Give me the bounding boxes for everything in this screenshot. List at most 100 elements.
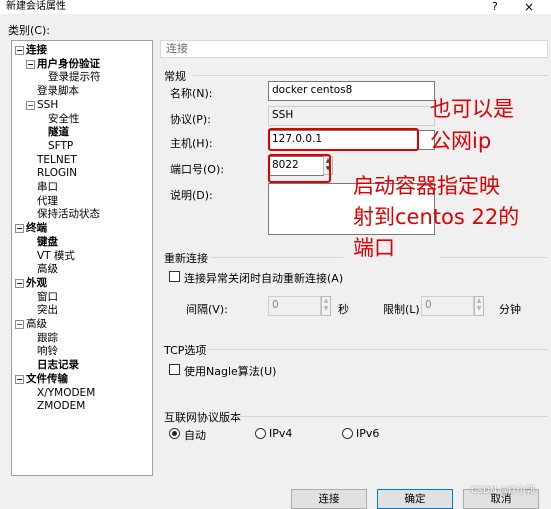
limit-unit: 分钟	[499, 303, 521, 316]
tree-item-label: 高级	[37, 263, 58, 276]
tree-item-advanced[interactable]: − 高级	[15, 318, 47, 331]
title-bar: 新建会话属性 ? ×	[0, 0, 551, 14]
tree-item-logging[interactable]: 日志记录	[37, 359, 79, 372]
tree-item-xymodem[interactable]: X/YMODEM	[37, 387, 95, 400]
tree-item-tunnel[interactable]: 隧道	[48, 126, 69, 139]
tree-item-connection[interactable]: − 连接	[15, 44, 47, 57]
tree-item-vt-mode[interactable]: VT 模式	[37, 250, 75, 263]
panel-header: 连接	[160, 40, 548, 58]
tree-item-label: 隧道	[48, 126, 69, 139]
host-label: 主机(H):	[170, 137, 213, 150]
tree-item-label: 用户身份验证	[37, 57, 100, 70]
tree-item-label: 终端	[26, 222, 47, 235]
tree-item-label: 连接	[26, 44, 47, 56]
protocol-label: 协议(P):	[170, 113, 211, 126]
tree-item-ssh[interactable]: − SSH	[26, 99, 58, 112]
tree-item-login-script[interactable]: 登录脚本	[37, 85, 79, 98]
tree-item-label: 串口	[37, 181, 58, 193]
tree-item-label: 登录提示符	[48, 71, 101, 84]
tree-item-appearance[interactable]: − 外观	[15, 277, 47, 290]
tree-item-label: SFTP	[48, 139, 74, 152]
category-tree[interactable]: − 连接 − 用户身份验证 登录提示符 登录脚本 − SSH 安全性 隧道 SFTP TELNET RL…	[11, 40, 153, 476]
tree-item-label: 突出	[37, 304, 58, 317]
interval-stepper[interactable]: ▲ ▼	[321, 296, 331, 316]
tree-item-label: 保持活动状态	[37, 208, 100, 221]
ip-ipv6-radio[interactable]	[342, 428, 353, 439]
tree-item-zmodem[interactable]: ZMODEM	[37, 400, 85, 413]
tree-item-trace[interactable]: 跟踪	[37, 332, 58, 345]
name-field[interactable]: docker centos8	[268, 81, 435, 101]
tree-item-label: 外观	[26, 276, 47, 289]
tree-item-label: 窗口	[37, 290, 58, 303]
ip-auto-radio[interactable]	[169, 428, 180, 439]
auto-reconnect-checkbox[interactable]	[169, 271, 180, 282]
host-annotation-line2: 公网ip	[430, 129, 492, 153]
tree-item-label: 文件传输	[26, 372, 68, 385]
tree-item-terminal[interactable]: − 终端	[15, 222, 47, 235]
tree-item-label: 登录脚本	[37, 85, 79, 98]
tree-item-label: 响铃	[37, 345, 58, 358]
ip-ipv6-label: IPv6	[356, 427, 380, 440]
tree-item-serial[interactable]: 串口	[37, 181, 58, 194]
tree-expander-icon[interactable]: −	[26, 59, 35, 69]
nagle-label: 使用Nagle算法(U)	[184, 365, 277, 378]
limit-field[interactable]: 0	[421, 296, 474, 316]
interval-unit: 秒	[338, 303, 349, 316]
limit-stepper[interactable]: ▲ ▼	[474, 296, 484, 316]
tree-expander-icon[interactable]: −	[15, 46, 24, 55]
tree-item-telnet[interactable]: TELNET	[37, 154, 77, 167]
host-annotation-line1: 也可以是	[430, 97, 514, 121]
name-label: 名称(N):	[170, 87, 213, 100]
connect-button[interactable]: 连接	[291, 489, 367, 509]
tree-item-label: 日志记录	[37, 359, 79, 372]
tcp-group-divider	[207, 349, 548, 350]
help-icon[interactable]: ?	[492, 0, 498, 14]
window-title: 新建会话属性	[6, 1, 66, 12]
tree-item-label: TELNET	[37, 153, 77, 166]
ok-button[interactable]: 确定	[377, 489, 453, 509]
close-icon[interactable]: ×	[524, 0, 534, 14]
interval-field[interactable]: 0	[268, 296, 321, 316]
tree-item-proxy[interactable]: 代理	[37, 195, 58, 208]
port-annotation-line2: 射到centos 22的	[353, 205, 520, 229]
ip-ipv4-label: IPv4	[269, 427, 293, 440]
tree-item-keepalive[interactable]: 保持活动状态	[37, 208, 100, 221]
port-annotation-line1: 启动容器指定映	[353, 174, 500, 198]
description-label: 说明(D):	[170, 189, 213, 202]
ip-version-group-divider	[235, 416, 548, 417]
interval-label: 间隔(V):	[186, 303, 228, 316]
tree-item-window[interactable]: 窗口	[37, 291, 58, 304]
tree-item-bell[interactable]: 响铃	[37, 345, 58, 358]
tree-item-auth[interactable]: − 用户身份验证	[26, 58, 100, 71]
tree-item-rlogin[interactable]: RLOGIN	[37, 167, 77, 180]
port-label: 端口号(O):	[170, 163, 224, 176]
port-highlight-box	[268, 154, 331, 183]
watermark: CSDN @IT小郭.	[471, 486, 538, 496]
tree-item-label: VT 模式	[37, 249, 75, 262]
nagle-checkbox[interactable]	[169, 364, 180, 375]
tree-item-sftp[interactable]: SFTP	[48, 140, 73, 153]
reconnect-group-divider	[211, 257, 343, 258]
category-label: 类别(C):	[8, 24, 50, 37]
tree-item-security[interactable]: 安全性	[48, 113, 80, 126]
tcp-group-label: TCP选项	[164, 344, 207, 357]
tree-item-terminal-advanced[interactable]: 高级	[37, 263, 58, 276]
tree-expander-icon[interactable]: −	[15, 374, 24, 384]
tree-item-highlight[interactable]: 突出	[37, 304, 58, 317]
tree-expander-icon[interactable]: −	[15, 224, 24, 234]
tree-item-file-transfer[interactable]: − 文件传输	[15, 373, 68, 386]
tree-item-label: 安全性	[48, 112, 80, 125]
tree-item-label: 代理	[37, 194, 58, 207]
protocol-field[interactable]: SSH	[268, 106, 435, 126]
tree-expander-icon[interactable]: −	[26, 100, 35, 110]
tree-item-label: 高级	[26, 318, 47, 330]
tree-item-keyboard[interactable]: 键盘	[37, 236, 58, 249]
tree-item-login-prompt[interactable]: 登录提示符	[48, 71, 101, 84]
ip-ipv4-radio[interactable]	[255, 428, 266, 439]
tree-expander-icon[interactable]: −	[15, 278, 24, 288]
limit-label: 限制(L):	[383, 303, 424, 316]
tree-item-label: RLOGIN	[37, 167, 78, 180]
reconnect-group-divider-right	[440, 257, 548, 258]
tree-expander-icon[interactable]: −	[15, 320, 24, 329]
ip-auto-label: 自动	[184, 429, 206, 442]
